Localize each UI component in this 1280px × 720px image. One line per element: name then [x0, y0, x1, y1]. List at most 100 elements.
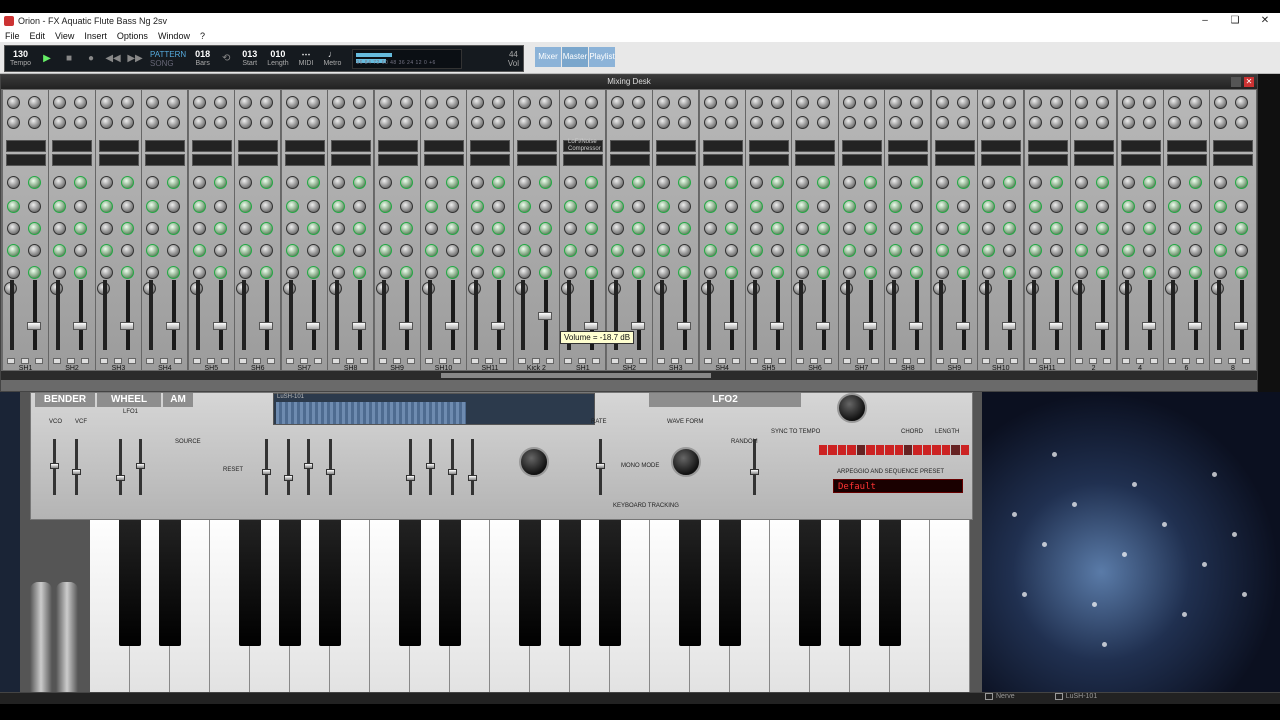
- synth-slider[interactable]: [265, 439, 268, 495]
- play-icon[interactable]: ▶: [38, 50, 56, 68]
- black-key[interactable]: [119, 520, 141, 646]
- volume-fader[interactable]: [427, 280, 432, 350]
- eq-knob[interactable]: [678, 176, 692, 189]
- eq-knob[interactable]: [1167, 244, 1181, 257]
- eq-knob[interactable]: [842, 200, 856, 213]
- lfo2-waveform-knob[interactable]: [671, 447, 701, 477]
- send-knob[interactable]: [889, 116, 903, 129]
- eq-knob[interactable]: [724, 222, 738, 235]
- volume-fader[interactable]: [938, 280, 943, 350]
- send-knob[interactable]: [99, 116, 113, 129]
- eq-knob[interactable]: [167, 200, 181, 213]
- mute-button[interactable]: [517, 358, 526, 364]
- insert-slot[interactable]: [52, 140, 93, 152]
- send-knob[interactable]: [750, 96, 763, 109]
- send-knob[interactable]: [1049, 116, 1063, 129]
- send-knob[interactable]: [74, 96, 88, 109]
- eq-knob[interactable]: [1121, 266, 1135, 279]
- eq-knob[interactable]: [445, 200, 459, 213]
- eq-knob[interactable]: [74, 176, 88, 189]
- solo-button[interactable]: [1228, 358, 1237, 364]
- send-knob[interactable]: [517, 96, 531, 109]
- send-knob[interactable]: [99, 96, 113, 109]
- eq-knob[interactable]: [306, 200, 320, 213]
- eq-knob[interactable]: [471, 244, 485, 257]
- volume-fader[interactable]: [799, 280, 804, 350]
- black-key[interactable]: [799, 520, 821, 646]
- eq-knob[interactable]: [471, 266, 485, 279]
- insert-slot[interactable]: [238, 140, 279, 152]
- fx-button[interactable]: [685, 358, 694, 364]
- send-knob[interactable]: [492, 116, 506, 129]
- eq-knob[interactable]: [842, 266, 856, 279]
- send-knob[interactable]: [771, 96, 784, 109]
- maximize-button[interactable]: ❑: [1220, 13, 1250, 29]
- eq-knob[interactable]: [817, 200, 831, 213]
- eq-knob[interactable]: [378, 244, 392, 257]
- send-knob[interactable]: [53, 96, 67, 109]
- eq-knob[interactable]: [378, 222, 392, 235]
- eq-knob[interactable]: [750, 222, 763, 235]
- fx-button[interactable]: [917, 358, 926, 364]
- eq-knob[interactable]: [703, 244, 717, 257]
- insert-slot[interactable]: [423, 154, 464, 166]
- eq-knob[interactable]: [53, 266, 67, 279]
- send-knob[interactable]: [935, 96, 949, 109]
- insert-slot[interactable]: [238, 154, 279, 166]
- eq-knob[interactable]: [399, 176, 413, 189]
- black-key[interactable]: [879, 520, 901, 646]
- master-volume-knob[interactable]: 44 Vol: [508, 50, 519, 68]
- eq-knob[interactable]: [99, 200, 113, 213]
- fx-button[interactable]: [1242, 358, 1251, 364]
- insert-slot[interactable]: [331, 154, 372, 166]
- eq-knob[interactable]: [99, 244, 113, 257]
- eq-knob[interactable]: [378, 200, 392, 213]
- eq-knob[interactable]: [120, 200, 134, 213]
- insert-slot[interactable]: [1166, 154, 1207, 166]
- eq-knob[interactable]: [353, 266, 367, 279]
- eq-knob[interactable]: [842, 244, 856, 257]
- insert-slot[interactable]: [284, 140, 325, 152]
- eq-knob[interactable]: [492, 176, 506, 189]
- solo-button[interactable]: [578, 358, 587, 364]
- eq-knob[interactable]: [771, 244, 784, 257]
- eq-knob[interactable]: [1188, 244, 1202, 257]
- eq-knob[interactable]: [1235, 200, 1249, 213]
- eq-knob[interactable]: [1003, 222, 1017, 235]
- eq-knob[interactable]: [1049, 244, 1063, 257]
- synth-slider[interactable]: [75, 439, 78, 495]
- fader-cap[interactable]: [398, 322, 413, 330]
- eq-knob[interactable]: [99, 222, 113, 235]
- eq-knob[interactable]: [399, 222, 413, 235]
- eq-knob[interactable]: [889, 222, 903, 235]
- eq-knob[interactable]: [517, 266, 531, 279]
- eq-knob[interactable]: [703, 222, 717, 235]
- synth-slider[interactable]: [409, 439, 412, 495]
- menu-insert[interactable]: Insert: [79, 31, 112, 41]
- eq-knob[interactable]: [7, 244, 20, 257]
- send-knob[interactable]: [1188, 116, 1202, 129]
- send-knob[interactable]: [1142, 96, 1156, 109]
- send-knob[interactable]: [982, 116, 996, 129]
- eq-knob[interactable]: [657, 200, 671, 213]
- insert-slot[interactable]: [1213, 154, 1254, 166]
- step-led[interactable]: [856, 445, 866, 455]
- eq-knob[interactable]: [120, 244, 134, 257]
- fx-button[interactable]: [452, 358, 461, 364]
- step-led[interactable]: [837, 445, 847, 455]
- lfo1-waveform-knob[interactable]: [519, 447, 549, 477]
- eq-knob[interactable]: [842, 222, 856, 235]
- eq-knob[interactable]: [1167, 176, 1181, 189]
- eq-knob[interactable]: [910, 222, 924, 235]
- loop-icon[interactable]: ⟲: [217, 50, 235, 68]
- volume-fader[interactable]: [242, 280, 247, 350]
- mute-button[interactable]: [99, 358, 108, 364]
- send-knob[interactable]: [260, 116, 274, 129]
- send-knob[interactable]: [306, 116, 320, 129]
- step-led[interactable]: [903, 445, 913, 455]
- send-knob[interactable]: [517, 116, 531, 129]
- send-knob[interactable]: [213, 116, 227, 129]
- eq-knob[interactable]: [956, 244, 970, 257]
- send-knob[interactable]: [724, 116, 738, 129]
- slider-cap[interactable]: [326, 469, 335, 475]
